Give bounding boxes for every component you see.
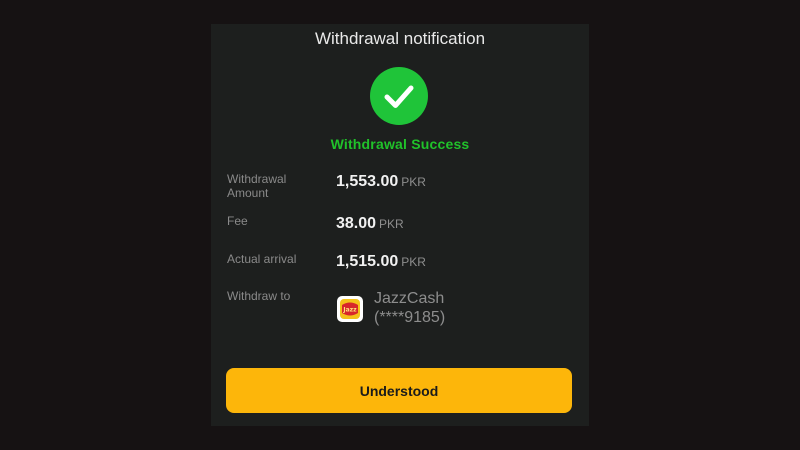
jazzcash-logo-icon: Jazz (337, 296, 363, 322)
wallet-account: (****9185) (374, 309, 446, 326)
fee-number: 38.00 (336, 215, 377, 232)
withdraw-to-wallet: JazzCash (****9185) (374, 289, 554, 327)
amount-value: 1,553.00 PKR (336, 172, 426, 192)
actual-arrival-unit: PKR (401, 255, 426, 269)
actual-arrival-number: 1,515.00 (336, 253, 399, 270)
wallet-name: JazzCash (374, 290, 445, 307)
status-text: Withdrawal Success (330, 136, 470, 152)
amount-label: Withdrawal Amount (227, 172, 287, 200)
amount-number: 1,553.00 (336, 173, 399, 190)
fee-label: Fee (227, 214, 248, 228)
withdraw-to-label: Withdraw to (227, 289, 291, 303)
actual-arrival-value: 1,515.00 PKR (336, 252, 426, 272)
modal-title: Withdrawal notification (314, 29, 486, 48)
amount-unit: PKR (401, 175, 426, 189)
withdrawal-notification-modal: Withdrawal notification Withdrawal Succe… (211, 24, 589, 426)
fee-unit: PKR (379, 217, 404, 231)
actual-arrival-label: Actual arrival (227, 252, 297, 266)
check-circle-icon (370, 67, 428, 125)
fee-value: 38.00 PKR (336, 214, 404, 234)
understood-button[interactable]: Understood (226, 368, 572, 413)
svg-text:Jazz: Jazz (342, 307, 357, 314)
